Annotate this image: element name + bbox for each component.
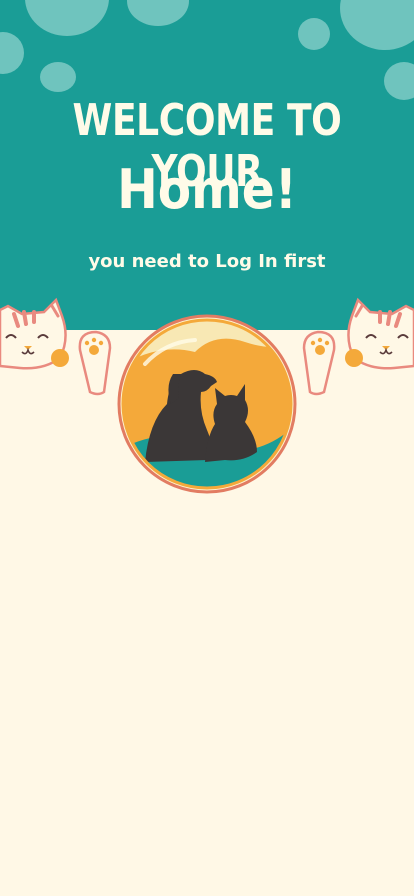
waving-cat-icon	[302, 297, 414, 402]
login-prompt: you need to Log In first	[88, 251, 326, 272]
dog-and-cat-logo	[117, 314, 297, 494]
waving-cat-icon	[0, 297, 112, 402]
bubble-decoration	[298, 18, 330, 50]
welcome-title-home: Home!	[117, 158, 297, 221]
welcome-screen: WELCOME TO YOUR Home! you need to Log In…	[0, 0, 414, 896]
bubble-decoration	[40, 62, 76, 92]
